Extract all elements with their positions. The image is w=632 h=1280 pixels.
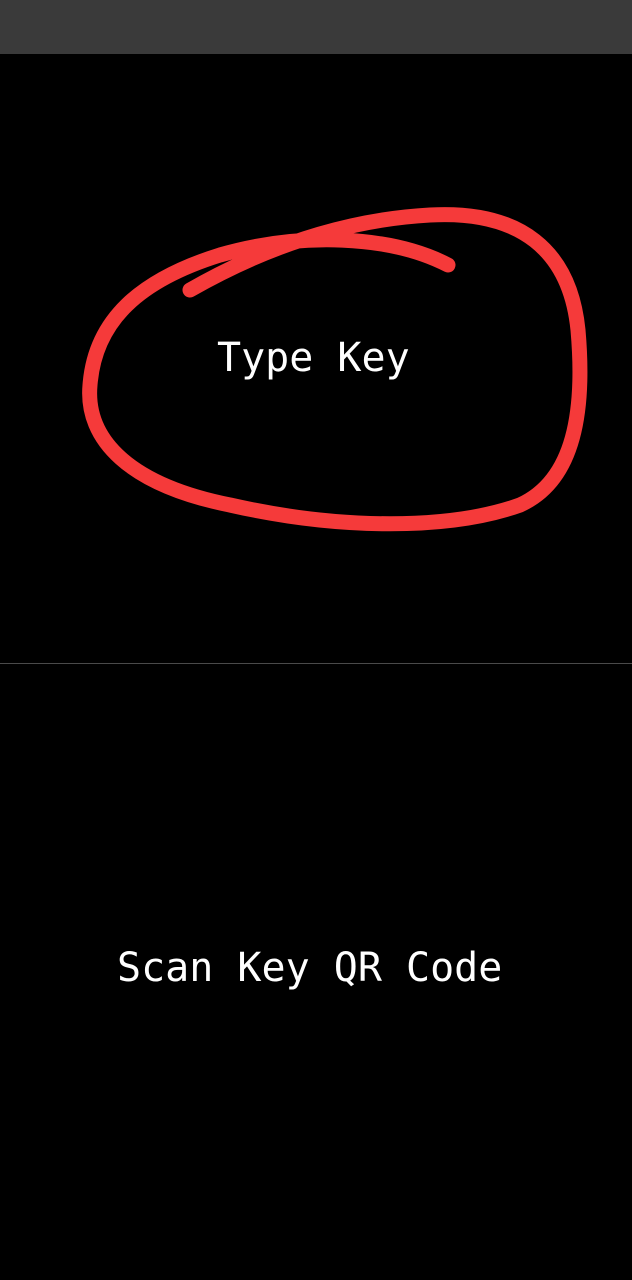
type-key-option[interactable]: Type Key — [0, 54, 632, 663]
scan-qr-option[interactable]: Scan Key QR Code — [0, 664, 632, 1280]
type-key-label: Type Key — [217, 335, 410, 381]
scan-qr-label: Scan Key QR Code — [117, 945, 503, 991]
key-entry-screen: Type Key Scan Key QR Code — [0, 0, 632, 1280]
top-bar — [0, 0, 632, 54]
